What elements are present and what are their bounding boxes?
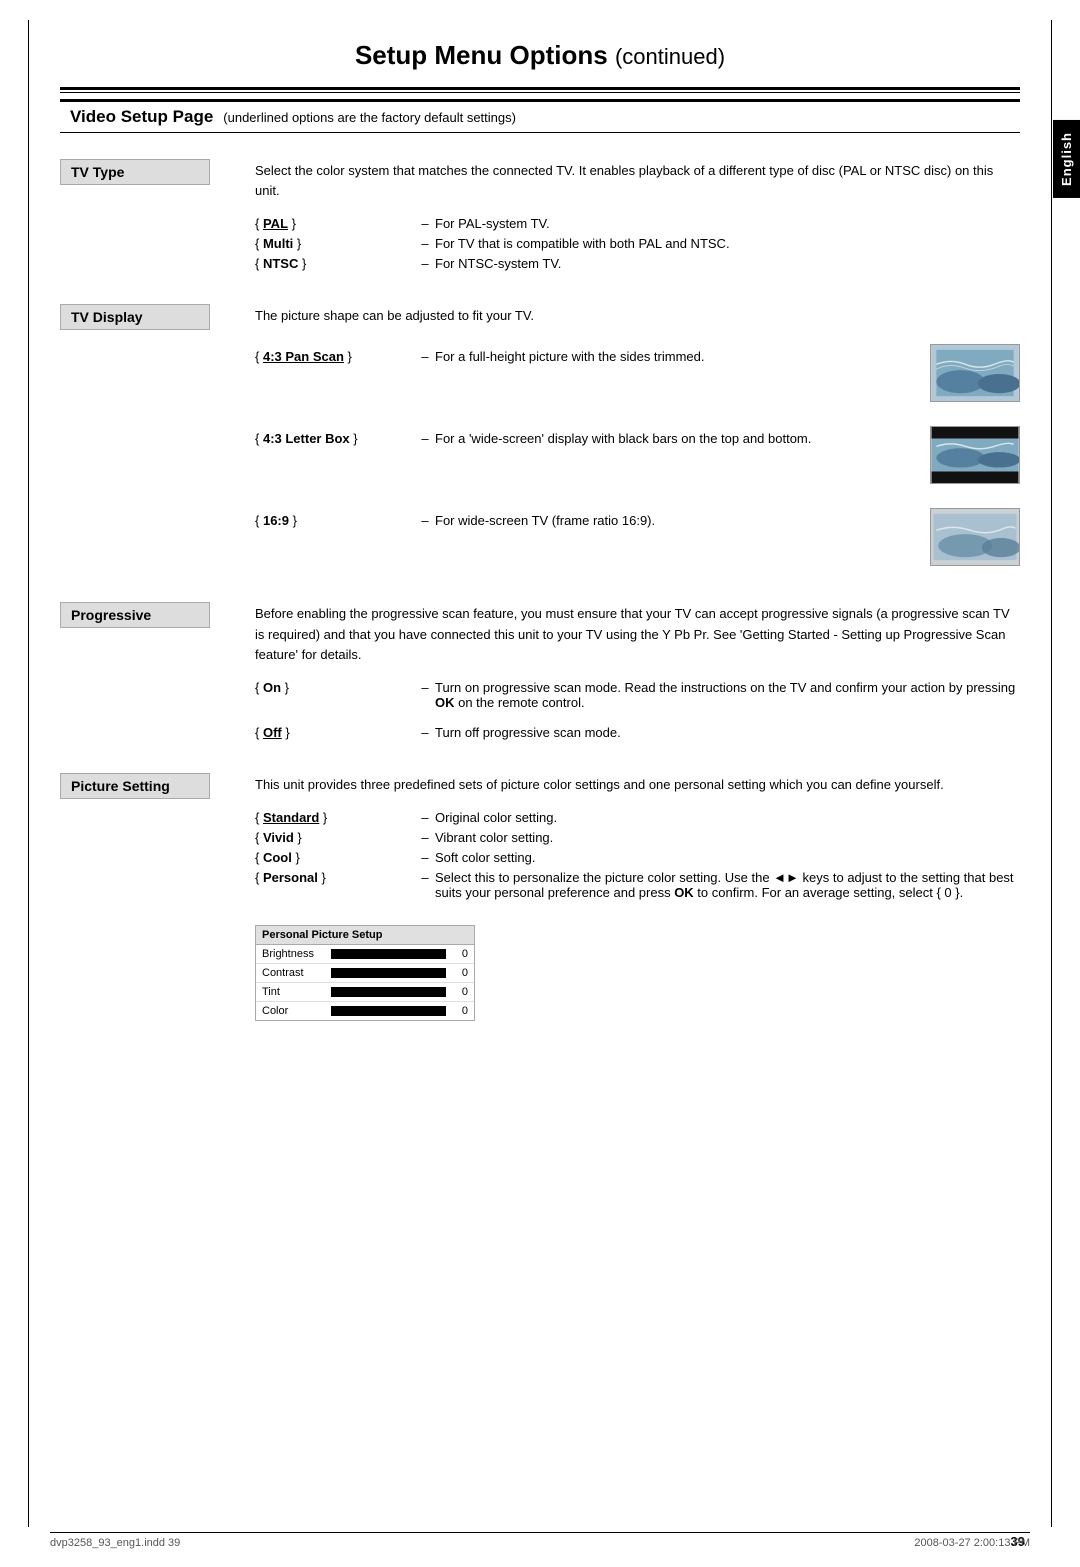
tv-display-key-letter-box: { 4:3 Letter Box } [255,431,415,446]
progressive-option-on: { On } – Turn on progressive scan mode. … [255,680,1020,710]
page-border-left [28,20,29,1527]
picture-setting-option-cool: { Cool } – Soft color setting. [255,850,1020,865]
progressive-key-on: { On } [255,680,415,695]
personal-picture-box-title: Personal Picture Setup [256,926,474,945]
page-footer: dvp3258_93_eng1.indd 39 2008-03-27 2:00:… [50,1532,1030,1549]
tv-type-description: Select the color system that matches the… [255,161,1020,201]
tv-type-desc-multi: For TV that is compatible with both PAL … [435,236,1020,251]
picture-setting-key-cool: { Cool } [255,850,415,865]
tv-display-desc-16-9: For wide-screen TV (frame ratio 16:9). [435,513,922,528]
tv-display-image-16-9 [930,508,1020,566]
contrast-label: Contrast [262,967,327,979]
brightness-label: Brightness [262,948,327,960]
brightness-bar [331,949,446,959]
personal-picture-brightness-row: Brightness 0 [256,945,474,964]
tv-display-option-16-9: { 16:9 } – For wide-screen TV (frame rat… [255,508,1020,566]
tint-value: 0 [450,986,468,998]
color-label: Color [262,1005,327,1017]
picture-setting-desc-vivid: Vibrant color setting. [435,830,1020,845]
progressive-row: Progressive Before enabling the progress… [60,594,1020,764]
progressive-desc-on: Turn on progressive scan mode. Read the … [435,680,1020,710]
tint-bar [331,987,446,997]
tv-type-key-pal: { PAL } [255,216,415,231]
language-tab: English [1053,120,1080,198]
tv-display-option-letter-box: { 4:3 Letter Box } – For a 'wide-screen'… [255,426,1020,484]
progressive-description: Before enabling the progressive scan fea… [255,604,1020,664]
tv-display-desc-pan-scan: For a full-height picture with the sides… [435,349,922,364]
video-setup-title: Video Setup Page [70,107,213,127]
tv-display-image-pan-scan [930,344,1020,402]
picture-setting-description: This unit provides three predefined sets… [255,775,1020,795]
tint-label: Tint [262,986,327,998]
page-border-right [1051,20,1052,1527]
tv-type-option-pal: { PAL } – For PAL-system TV. [255,216,1020,231]
footer-right: 2008-03-27 2:00:13 PM [914,1537,1030,1549]
progressive-key-off: { Off } [255,725,415,740]
footer-left: dvp3258_93_eng1.indd 39 [50,1537,180,1549]
content-table: TV Type Select the color system that mat… [60,151,1020,1041]
tv-type-option-ntsc: { NTSC } – For NTSC-system TV. [255,256,1020,271]
tv-type-key-multi: { Multi } [255,236,415,251]
progressive-label: Progressive [60,602,210,628]
progressive-option-off: { Off } – Turn off progressive scan mode… [255,725,1020,740]
tv-display-row: TV Display The picture shape can be adju… [60,296,1020,594]
picture-setting-desc-standard: Original color setting. [435,810,1020,825]
tv-type-desc-pal: For PAL-system TV. [435,216,1020,231]
personal-picture-color-row: Color 0 [256,1002,474,1020]
picture-setting-label: Picture Setting [60,773,210,799]
video-setup-header: Video Setup Page (underlined options are… [60,99,1020,133]
picture-setting-row: Picture Setting This unit provides three… [60,765,1020,1041]
picture-setting-desc-cool: Soft color setting. [435,850,1020,865]
picture-setting-key-vivid: { Vivid } [255,830,415,845]
color-bar [331,1006,446,1016]
picture-setting-key-standard: { Standard } [255,810,415,825]
page-title: Setup Menu Options (continued) [60,40,1020,71]
personal-picture-box: Personal Picture Setup Brightness 0 Cont… [255,925,475,1021]
tv-type-label: TV Type [60,159,210,185]
brightness-value: 0 [450,948,468,960]
contrast-value: 0 [450,967,468,979]
picture-setting-key-personal: { Personal } [255,870,415,885]
tv-type-row: TV Type Select the color system that mat… [60,151,1020,296]
tv-display-desc-letter-box: For a 'wide-screen' display with black b… [435,431,922,446]
tv-type-key-ntsc: { NTSC } [255,256,415,271]
tv-display-option-pan-scan: { 4:3 Pan Scan } – For a full-height pic… [255,344,1020,402]
picture-setting-desc-personal: Select this to personalize the picture c… [435,870,1020,900]
video-setup-subtitle: (underlined options are the factory defa… [223,110,516,125]
progressive-desc-off: Turn off progressive scan mode. [435,725,1020,740]
tv-type-option-multi: { Multi } – For TV that is compatible wi… [255,236,1020,251]
contrast-bar [331,968,446,978]
picture-setting-option-vivid: { Vivid } – Vibrant color setting. [255,830,1020,845]
personal-picture-tint-row: Tint 0 [256,983,474,1002]
tv-display-image-letter-box [930,426,1020,484]
tv-display-key-16-9: { 16:9 } [255,513,415,528]
tv-display-description: The picture shape can be adjusted to fit… [255,306,1020,326]
tv-display-key-pan-scan: { 4:3 Pan Scan } [255,349,415,364]
picture-setting-option-standard: { Standard } – Original color setting. [255,810,1020,825]
tv-type-desc-ntsc: For NTSC-system TV. [435,256,1020,271]
personal-picture-contrast-row: Contrast 0 [256,964,474,983]
picture-setting-option-personal: { Personal } – Select this to personaliz… [255,870,1020,900]
page-container: English Setup Menu Options (continued) V… [0,0,1080,1567]
tv-display-label: TV Display [60,304,210,330]
color-value: 0 [450,1005,468,1017]
